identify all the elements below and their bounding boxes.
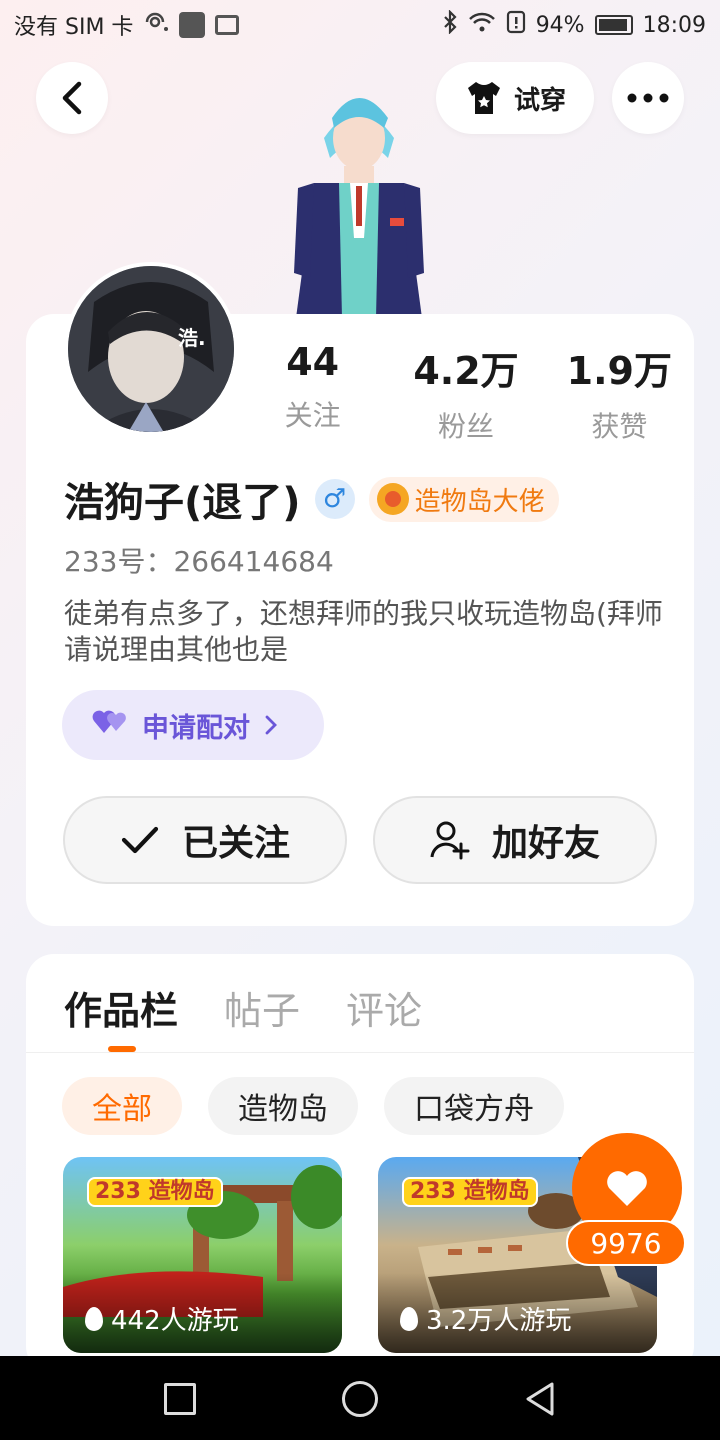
back-arrow-icon bbox=[62, 81, 82, 115]
followed-label: 已关注 bbox=[181, 823, 290, 864]
title-badge[interactable]: 造物岛大佬 bbox=[368, 476, 559, 522]
game-card[interactable]: 233 造物岛 442人游玩 bbox=[63, 1157, 342, 1353]
stat-followers[interactable]: 4.2万 粉丝 bbox=[389, 340, 542, 445]
heart-icon bbox=[607, 1171, 647, 1206]
battery-icon bbox=[594, 15, 633, 35]
medal-icon bbox=[376, 483, 409, 515]
double-heart-icon bbox=[92, 707, 128, 743]
filter-all[interactable]: 全部 bbox=[62, 1077, 182, 1135]
status-left: 没有 SIM 卡 bbox=[14, 9, 240, 41]
add-user-icon bbox=[430, 821, 470, 860]
filter-pocket-ark[interactable]: 口袋方舟 bbox=[384, 1077, 564, 1135]
tab-divider bbox=[26, 1052, 694, 1053]
clock: 18:09 bbox=[642, 12, 706, 38]
bluetooth-icon bbox=[442, 9, 458, 40]
gallery-icon bbox=[215, 15, 240, 35]
chevron-right-icon bbox=[265, 715, 277, 735]
stat-value: 1.9万 bbox=[566, 349, 672, 393]
stat-likes[interactable]: 1.9万 获赞 bbox=[543, 340, 696, 445]
more-options-button[interactable] bbox=[612, 62, 684, 134]
wifi-icon bbox=[468, 11, 496, 39]
stat-label: 粉丝 bbox=[437, 410, 494, 443]
filter-creation-island[interactable]: 造物岛 bbox=[208, 1077, 358, 1135]
play-count: 442人游玩 bbox=[85, 1300, 239, 1337]
username-row: 浩狗子(退了) ♂ 造物岛大佬 bbox=[64, 470, 559, 528]
profile-avatar[interactable]: 浩. bbox=[64, 262, 238, 436]
stat-following[interactable]: 44 关注 bbox=[236, 340, 389, 445]
try-on-button[interactable]: 试穿 bbox=[436, 62, 594, 134]
avatar-portrait-image bbox=[68, 266, 234, 432]
flame-icon bbox=[400, 1306, 418, 1331]
play-count-text: 3.2万人游玩 bbox=[426, 1306, 572, 1336]
avatar-overlay-text: 浩. bbox=[178, 326, 206, 350]
stat-value: 44 bbox=[286, 340, 340, 384]
content-tabs: 作品栏 帖子 评论 bbox=[64, 980, 422, 1035]
add-friend-label: 加好友 bbox=[491, 823, 600, 864]
status-bar: 没有 SIM 卡 94% 18:09 bbox=[0, 0, 720, 50]
stat-value: 4.2万 bbox=[413, 349, 519, 393]
tab-works[interactable]: 作品栏 bbox=[64, 980, 178, 1035]
back-button[interactable] bbox=[36, 62, 108, 134]
tab-comments[interactable]: 评论 bbox=[346, 980, 422, 1035]
back-nav-button[interactable] bbox=[522, 1380, 558, 1418]
game-logo: 233 造物岛 bbox=[87, 1177, 223, 1207]
request-pair-label: 申请配对 bbox=[142, 712, 250, 744]
filter-chips: 全部 造物岛 口袋方舟 bbox=[62, 1077, 564, 1135]
hotspot-icon bbox=[143, 11, 169, 39]
play-count: 3.2万人游玩 bbox=[400, 1300, 571, 1337]
stat-label: 获赞 bbox=[591, 410, 648, 443]
title-badge-label: 造物岛大佬 bbox=[414, 486, 545, 517]
profile-stats: 44 关注 4.2万 粉丝 1.9万 获赞 bbox=[236, 340, 696, 445]
recent-apps-button[interactable] bbox=[164, 1383, 196, 1415]
tshirt-icon bbox=[467, 82, 500, 114]
try-on-label: 试穿 bbox=[513, 85, 566, 116]
stat-label: 关注 bbox=[284, 399, 341, 432]
status-right: 94% 18:09 bbox=[442, 9, 706, 40]
username: 浩狗子(退了) bbox=[64, 480, 301, 526]
check-icon bbox=[121, 826, 159, 854]
like-count: 9976 bbox=[566, 1220, 686, 1266]
home-button[interactable] bbox=[342, 1381, 378, 1417]
flame-icon bbox=[85, 1306, 103, 1331]
battery-percent: 94% bbox=[535, 12, 585, 38]
user-id: 233号：266414684 bbox=[64, 545, 334, 578]
male-gender-icon: ♂ bbox=[314, 479, 355, 519]
followed-button[interactable]: 已关注 bbox=[63, 796, 347, 884]
avatar-character-image[interactable] bbox=[284, 68, 434, 318]
add-friend-button[interactable]: 加好友 bbox=[373, 796, 657, 884]
play-count-text: 442人游玩 bbox=[111, 1306, 239, 1336]
user-bio: 徒弟有点多了，还想拜师的我只收玩造物岛(拜师请说理由其他也是 bbox=[64, 597, 663, 666]
more-dots-icon bbox=[627, 93, 669, 103]
request-pair-button[interactable]: 申请配对 bbox=[62, 690, 324, 760]
app-notification-icon bbox=[179, 12, 206, 38]
carrier-text: 没有 SIM 卡 bbox=[14, 15, 134, 40]
game-logo: 233 造物岛 bbox=[402, 1177, 538, 1207]
data-saver-icon bbox=[506, 10, 526, 40]
tab-posts[interactable]: 帖子 bbox=[224, 980, 300, 1035]
